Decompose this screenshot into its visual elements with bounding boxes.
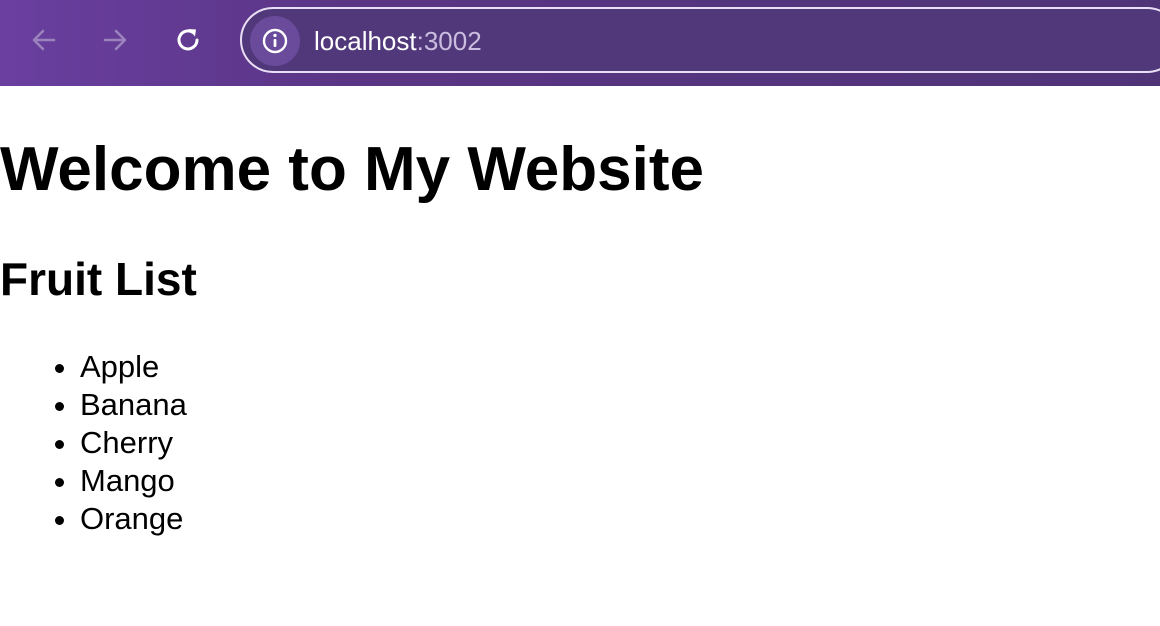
list-item: Apple xyxy=(80,348,187,386)
info-icon xyxy=(262,28,288,54)
list-item: Banana xyxy=(80,386,187,424)
url-text[interactable]: localhost:3002 xyxy=(314,25,482,57)
fruit-list: Apple Banana Cherry Mango Orange xyxy=(0,348,187,538)
browser-toolbar: localhost:3002 xyxy=(0,0,1160,86)
url-host: localhost xyxy=(314,26,417,56)
forward-button[interactable] xyxy=(93,18,137,62)
site-info-button[interactable] xyxy=(250,16,300,66)
arrow-left-icon xyxy=(32,29,56,51)
arrow-right-icon xyxy=(103,29,127,51)
reload-button[interactable] xyxy=(166,18,210,62)
list-item: Cherry xyxy=(80,424,187,462)
address-bar[interactable]: localhost:3002 xyxy=(240,7,1160,73)
list-item: Mango xyxy=(80,462,187,500)
reload-icon xyxy=(177,29,199,51)
page-content: Welcome to My Website Fruit List Apple B… xyxy=(0,86,1160,626)
back-button[interactable] xyxy=(22,18,66,62)
url-port: :3002 xyxy=(416,26,482,56)
page-title: Welcome to My Website xyxy=(0,135,704,204)
fruit-list-heading: Fruit List xyxy=(0,253,197,305)
list-item: Orange xyxy=(80,500,187,538)
